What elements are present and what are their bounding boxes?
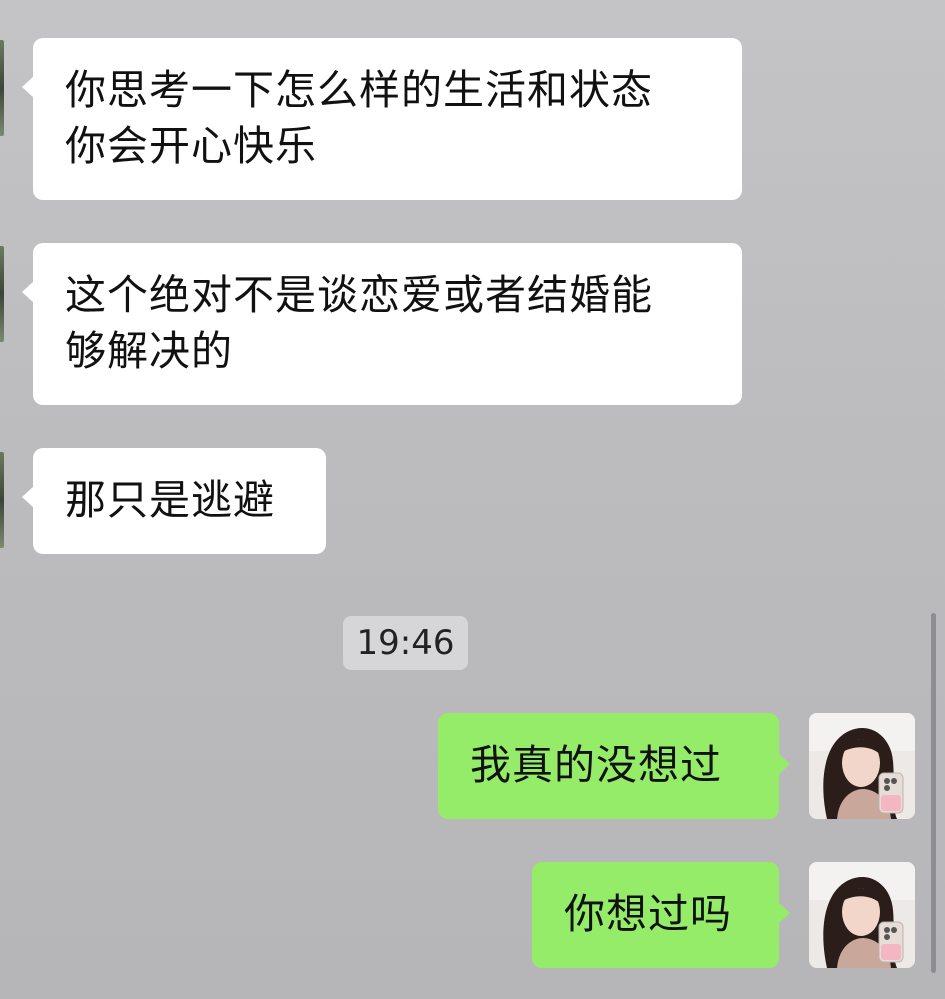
message-text: 你想过吗 bbox=[564, 890, 732, 938]
message-text: 那只是逃避 bbox=[65, 476, 275, 524]
timestamp-label: 19:46 bbox=[343, 616, 468, 670]
message-bubble-incoming[interactable]: 这个绝对不是谈恋爱或者结婚能 够解决的 bbox=[22, 243, 742, 405]
avatar-photo bbox=[809, 713, 915, 819]
user-avatar[interactable] bbox=[809, 713, 915, 819]
message-bubble-outgoing[interactable]: 我真的没想过 bbox=[438, 713, 790, 819]
message-bubble-outgoing[interactable]: 你想过吗 bbox=[532, 862, 790, 968]
message-bubble-incoming[interactable]: 你思考一下怎么样的生活和状态 你会开心快乐 bbox=[22, 38, 742, 200]
scrollbar[interactable] bbox=[931, 613, 936, 973]
chat-area: 你思考一下怎么样的生活和状态 你会开心快乐 这个绝对不是谈恋爱或者结婚能 够解决… bbox=[0, 0, 945, 999]
message-text: 我真的没想过 bbox=[470, 741, 722, 789]
message-bubble-incoming[interactable]: 那只是逃避 bbox=[22, 448, 326, 554]
message-text: 你思考一下怎么样的生活和状态 你会开心快乐 bbox=[65, 66, 653, 170]
avatar-photo bbox=[809, 862, 915, 968]
contact-avatar[interactable] bbox=[0, 40, 4, 136]
message-text: 这个绝对不是谈恋爱或者结婚能 够解决的 bbox=[65, 271, 653, 375]
user-avatar[interactable] bbox=[809, 862, 915, 968]
contact-avatar[interactable] bbox=[0, 246, 4, 342]
contact-avatar[interactable] bbox=[0, 452, 4, 548]
